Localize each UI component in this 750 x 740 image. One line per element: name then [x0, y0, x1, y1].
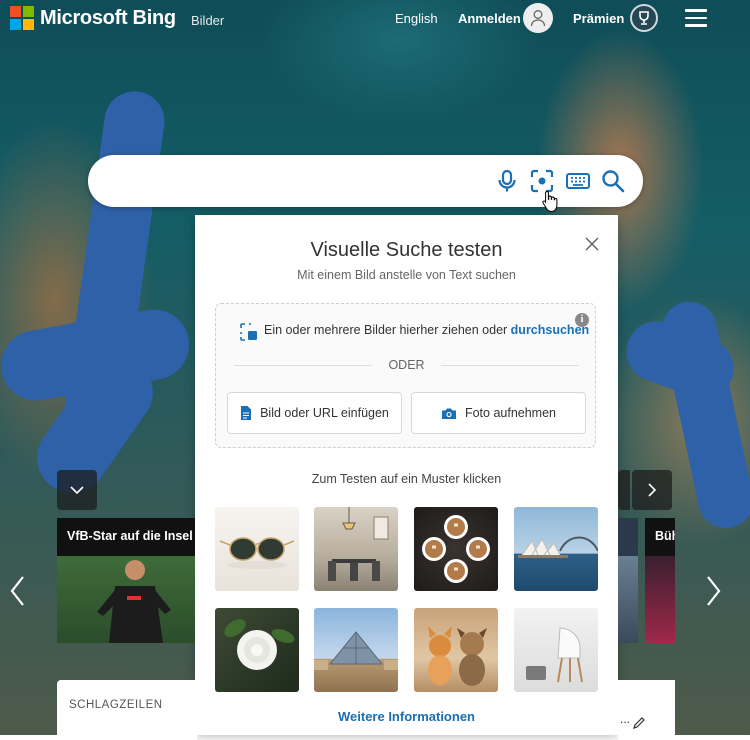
news-card-partial[interactable]: [618, 518, 638, 643]
sample-image-sydney-opera-house[interactable]: [514, 507, 598, 591]
news-card-partial-image: [618, 556, 638, 643]
white-chair-image: [526, 627, 583, 683]
close-icon[interactable]: [584, 236, 600, 252]
section-label-bilder[interactable]: Bilder: [191, 13, 224, 28]
dogs-image: [428, 626, 487, 686]
top-bar: Microsoft Bing Bilder English Anmelden P…: [0, 0, 750, 40]
hand-cursor-icon: [542, 190, 558, 212]
carousel-next-small-button[interactable]: [632, 470, 672, 510]
rewards-link[interactable]: Prämien: [573, 11, 624, 26]
camera-icon: [441, 408, 456, 419]
dining-room-image: [328, 507, 389, 581]
football-player-image: [97, 560, 171, 643]
sample-image-dining-room[interactable]: [314, 507, 398, 591]
document-icon: [241, 406, 252, 420]
search-icon[interactable]: [600, 168, 626, 194]
news-card-vfb[interactable]: VfB-Star auf die Insel: [57, 518, 195, 643]
news-card-title: VfB-Star auf die Insel: [67, 529, 193, 543]
search-input[interactable]: [112, 169, 496, 195]
sunglasses-image: [219, 537, 295, 569]
latte-art-image: [422, 515, 490, 583]
user-icon: [530, 10, 546, 27]
headlines-label: SCHLAGZEILEN: [69, 699, 163, 711]
language-link[interactable]: English: [395, 11, 438, 26]
search-box: [88, 155, 643, 207]
divider-right: [441, 365, 579, 366]
news-card-buehne-image: [645, 556, 675, 643]
trophy-icon: [639, 11, 649, 25]
keyboard-icon[interactable]: [565, 168, 591, 194]
info-icon[interactable]: i: [575, 313, 589, 327]
news-card-image: [57, 556, 195, 643]
edit-pencil-icon[interactable]: [632, 716, 646, 730]
take-photo-button[interactable]: Foto aufnehmen: [411, 392, 586, 434]
chevron-right-icon: [648, 483, 656, 497]
sample-image-sunglasses[interactable]: [215, 507, 299, 591]
chevron-left-icon[interactable]: [8, 573, 28, 609]
more-info-link[interactable]: Weitere Informationen: [195, 709, 618, 724]
opera-house-image: [518, 536, 598, 558]
rewards-badge[interactable]: [630, 4, 658, 32]
right-widget-text: ...: [620, 712, 631, 726]
carousel-edge: [618, 470, 630, 510]
sample-image-white-chair[interactable]: [514, 608, 598, 692]
louvre-image: [314, 631, 398, 670]
visual-search-panel: Visuelle Suche testen Mit einem Bild ans…: [195, 215, 618, 735]
drop-text: Ein oder mehrere Bilder hierher ziehen o…: [264, 323, 511, 337]
microphone-icon[interactable]: [494, 168, 520, 194]
drop-instructions: Ein oder mehrere Bilder hierher ziehen o…: [264, 323, 589, 337]
chevron-down-icon: [70, 486, 84, 494]
carousel-collapse-button[interactable]: [57, 470, 97, 510]
news-card-title-2: Büh: [655, 529, 675, 543]
right-widget: ...: [618, 680, 675, 740]
avatar[interactable]: [523, 3, 553, 33]
signin-link[interactable]: Anmelden: [458, 11, 521, 26]
news-card-buehne[interactable]: Büh: [645, 518, 675, 643]
drag-image-icon: [240, 323, 257, 341]
sample-image-latte-art[interactable]: [414, 507, 498, 591]
sample-image-dogs[interactable]: [414, 608, 498, 692]
panel-title: Visuelle Suche testen: [310, 239, 503, 261]
sample-prompt: Zum Testen auf ein Muster klicken: [311, 472, 502, 486]
bing-logo[interactable]: Microsoft Bing: [10, 6, 176, 30]
panel-subtitle: Mit einem Bild anstelle von Text suchen: [297, 268, 516, 282]
sample-image-white-rose[interactable]: [215, 608, 299, 692]
hamburger-menu-icon[interactable]: [685, 9, 707, 27]
paste-image-url-button[interactable]: Bild oder URL einfügen: [227, 392, 402, 434]
brand-name: Microsoft Bing: [40, 6, 176, 29]
paste-button-label: Bild oder URL einfügen: [260, 406, 389, 420]
photo-button-label: Foto aufnehmen: [464, 406, 557, 420]
white-rose-image: [224, 619, 295, 670]
chevron-right-icon[interactable]: [703, 573, 723, 609]
microsoft-logo-icon: [10, 6, 34, 30]
sample-image-louvre-pyramid[interactable]: [314, 608, 398, 692]
image-drop-zone[interactable]: Ein oder mehrere Bilder hierher ziehen o…: [215, 303, 596, 448]
headlines-panel: SCHLAGZEILEN: [57, 680, 197, 740]
